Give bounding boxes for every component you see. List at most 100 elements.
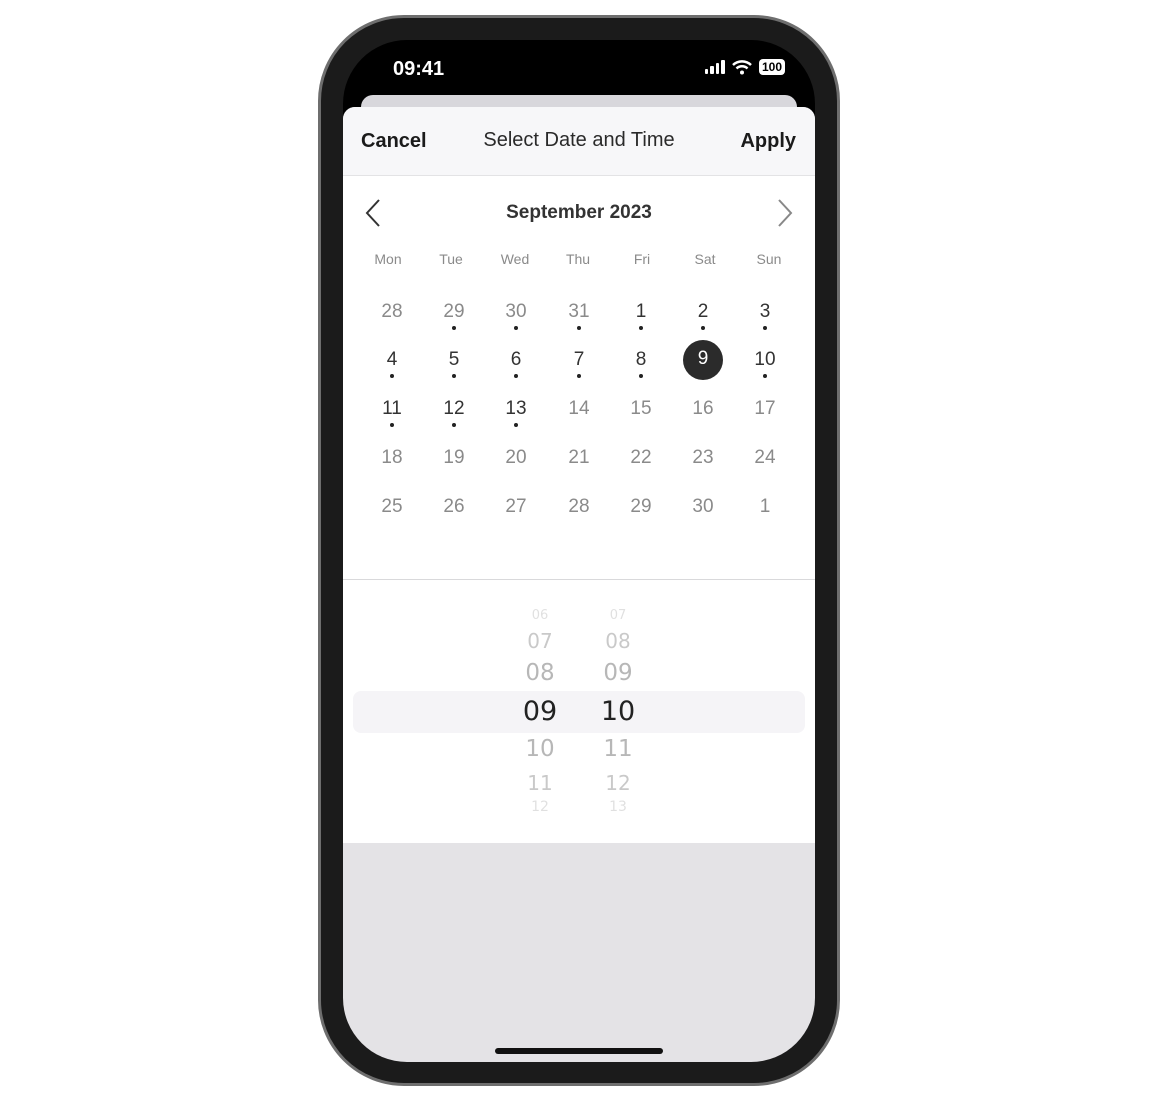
day-cell[interactable]: 6 (494, 338, 538, 382)
day-cell[interactable]: 13 (494, 387, 538, 431)
date-time-sheet: Cancel Select Date and Time Apply Septem… (343, 107, 815, 1062)
day-cell[interactable]: 29 (432, 290, 476, 334)
wifi-icon (732, 59, 752, 74)
day-cell[interactable]: 12 (432, 387, 476, 431)
event-dot (763, 374, 767, 378)
hour-option[interactable]: 08 (510, 660, 570, 686)
day-cell[interactable]: 16 (681, 387, 725, 431)
day-number: 18 (381, 447, 403, 468)
event-dot (452, 374, 456, 378)
hour-option[interactable]: 06 (510, 608, 570, 623)
status-icons: 100 (704, 59, 785, 75)
day-cell[interactable]: 23 (681, 436, 725, 480)
day-cell[interactable]: 11 (370, 387, 414, 431)
event-dot (452, 423, 456, 427)
day-number: 1 (635, 301, 647, 322)
battery-icon: 100 (758, 59, 785, 75)
day-number: 9 (697, 348, 709, 369)
day-cell-selected[interactable]: 9 (683, 340, 723, 380)
event-dot (577, 326, 581, 330)
day-number: 8 (635, 349, 647, 370)
day-cell[interactable]: 19 (432, 436, 476, 480)
day-number: 7 (573, 349, 585, 370)
day-cell[interactable]: 8 (619, 338, 663, 382)
event-dot (514, 374, 518, 378)
month-label: September 2023 (506, 202, 652, 223)
day-number: 23 (692, 447, 714, 468)
day-cell[interactable]: 10 (743, 338, 787, 382)
hour-option[interactable]: 10 (510, 736, 570, 762)
day-cell[interactable]: 28 (370, 290, 414, 334)
hour-option[interactable]: 07 (510, 629, 570, 653)
day-cell[interactable]: 3 (743, 290, 787, 334)
weekday-label: Thu (565, 251, 591, 267)
minute-option[interactable]: 07 (588, 608, 648, 623)
day-number: 20 (505, 447, 527, 468)
day-number: 27 (505, 496, 527, 517)
day-cell[interactable]: 22 (619, 436, 663, 480)
event-dot (639, 374, 643, 378)
day-number: 25 (381, 496, 403, 517)
picker-selection-highlight (353, 691, 805, 733)
sheet-header: Cancel Select Date and Time Apply (343, 107, 815, 176)
day-number: 24 (754, 447, 776, 468)
day-number: 13 (505, 398, 527, 419)
minute-option[interactable]: 08 (588, 629, 648, 653)
hour-option[interactable]: 09 (510, 696, 570, 727)
day-cell[interactable]: 14 (557, 387, 601, 431)
weekday-label: Sun (756, 251, 782, 267)
day-cell[interactable]: 30 (681, 485, 725, 529)
day-number: 11 (382, 398, 402, 419)
day-number: 22 (630, 447, 652, 468)
day-number: 28 (381, 301, 403, 322)
minute-option[interactable]: 10 (588, 696, 648, 727)
day-cell[interactable]: 25 (370, 485, 414, 529)
minute-option[interactable]: 09 (588, 660, 648, 686)
day-cell[interactable]: 26 (432, 485, 476, 529)
time-picker[interactable]: 06 07 08 09 10 11 12 07 08 09 10 11 12 13 (343, 580, 815, 843)
hour-option[interactable]: 12 (510, 799, 570, 815)
minute-option[interactable]: 13 (588, 799, 648, 815)
day-number: 1 (759, 496, 771, 517)
event-dot (639, 326, 643, 330)
hour-option[interactable]: 11 (510, 771, 570, 795)
minute-option[interactable]: 11 (588, 736, 648, 762)
day-cell[interactable]: 17 (743, 387, 787, 431)
apply-button[interactable]: Apply (740, 130, 796, 153)
day-number: 29 (443, 301, 465, 322)
event-dot (514, 326, 518, 330)
day-number: 3 (759, 301, 771, 322)
day-cell[interactable]: 30 (494, 290, 538, 334)
day-cell[interactable]: 15 (619, 387, 663, 431)
day-cell[interactable]: 29 (619, 485, 663, 529)
day-cell[interactable]: 1 (619, 290, 663, 334)
minute-option[interactable]: 12 (588, 771, 648, 795)
day-cell[interactable]: 21 (557, 436, 601, 480)
day-cell[interactable]: 4 (370, 338, 414, 382)
weekday-label: Tue (439, 251, 463, 267)
event-dot (763, 326, 767, 330)
weekday-label: Wed (500, 251, 530, 267)
status-time: 09:41 (393, 58, 445, 80)
day-cell[interactable]: 18 (370, 436, 414, 480)
day-cell[interactable]: 27 (494, 485, 538, 529)
day-cell[interactable]: 28 (557, 485, 601, 529)
event-dot (577, 374, 581, 378)
day-number: 15 (630, 398, 652, 419)
weekday-label: Mon (374, 251, 402, 267)
day-cell[interactable]: 1 (743, 485, 787, 529)
signal-icon (704, 60, 725, 74)
day-cell[interactable]: 2 (681, 290, 725, 334)
event-dot (452, 326, 456, 330)
day-cell[interactable]: 31 (557, 290, 601, 334)
day-number: 19 (443, 447, 465, 468)
day-cell[interactable]: 24 (743, 436, 787, 480)
day-cell[interactable]: 5 (432, 338, 476, 382)
day-number: 31 (568, 301, 590, 322)
home-indicator[interactable] (495, 1048, 663, 1054)
day-cell[interactable]: 20 (494, 436, 538, 480)
chevron-right-icon[interactable] (771, 198, 795, 228)
phone-screen: 09:41 100 Cancel Select Date and Time Ap… (343, 40, 815, 1062)
day-cell[interactable]: 7 (557, 338, 601, 382)
day-number: 10 (754, 349, 776, 370)
